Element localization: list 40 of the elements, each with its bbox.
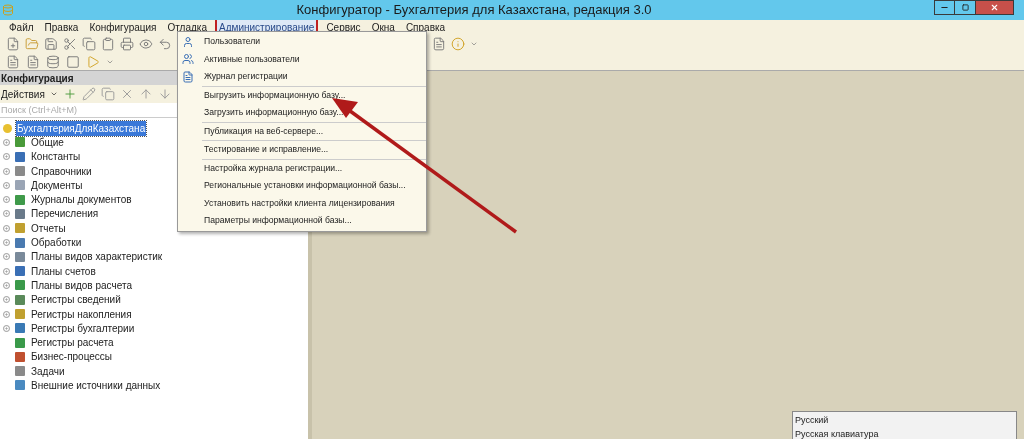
language-option[interactable]: Русский — [795, 414, 1016, 428]
menu-item[interactable]: Окна — [370, 19, 396, 35]
tree-item[interactable]: Планы видов характеристик — [31, 249, 163, 265]
tree-item[interactable]: Регистры расчета — [31, 335, 114, 351]
menu-option[interactable]: Пользователи — [202, 35, 261, 49]
menu-option[interactable]: Настройка журнала регистрации... — [202, 161, 343, 175]
menu-option[interactable]: Региональные установки информационной базы... — [202, 179, 406, 193]
tree-item[interactable]: Планы видов расчета — [31, 277, 132, 293]
tree-item[interactable]: Журналы документов — [31, 192, 132, 208]
tree-item[interactable]: Обработки — [31, 235, 82, 251]
tree-item[interactable]: Бизнес-процессы — [31, 349, 113, 365]
actions-button[interactable]: Действия — [1, 86, 45, 102]
menu-item[interactable]: Файл — [8, 19, 35, 35]
menu-option[interactable]: Параметры информационной базы... — [202, 214, 352, 228]
tree-item[interactable]: Внешние источники данных — [31, 378, 161, 393]
tree-item[interactable]: Регистры сведений — [31, 292, 121, 308]
tree-item[interactable]: Регистры бухгалтерии — [31, 320, 135, 336]
window-title: Конфигуратор - Бухгалтерия для Казахстана, редакция 3.0 — [295, 1, 653, 20]
tree-item[interactable]: Общие — [31, 134, 64, 150]
menu-option[interactable]: Выгрузить информационную базу... — [202, 88, 346, 102]
menu-item[interactable]: Сервис — [325, 19, 362, 35]
tree-item[interactable]: БухгалтерияДляКазахстана — [16, 120, 147, 136]
language-option[interactable]: Русская клавиатура — [795, 427, 1016, 439]
tree-item[interactable]: Константы — [31, 149, 81, 165]
menu-item[interactable]: Отладка — [166, 19, 208, 35]
tree-item[interactable]: Планы счетов — [31, 263, 96, 279]
menu-option[interactable]: Тестирование и исправление... — [202, 143, 329, 157]
tree-item[interactable]: Регистры накопления — [31, 306, 132, 322]
tree-item[interactable]: Перечисления — [31, 206, 99, 222]
tree-item[interactable]: Справочники — [31, 163, 92, 179]
tree-item[interactable]: Задачи — [31, 363, 65, 379]
menu-option[interactable]: Установить настройки клиента лицензирования — [202, 196, 395, 210]
menu-option[interactable]: Публикация на веб-сервере... — [202, 124, 324, 138]
menu-option[interactable]: Журнал регистрации — [202, 70, 288, 84]
tree-item[interactable]: Отчеты — [31, 220, 66, 236]
menu-item[interactable]: Конфигурация — [88, 19, 158, 35]
menu-item[interactable]: Правка — [43, 19, 80, 35]
menu-item[interactable]: Справка — [404, 19, 447, 35]
tree-item[interactable]: Документы — [31, 177, 83, 193]
menu-option[interactable]: Активные пользователи — [202, 52, 300, 66]
